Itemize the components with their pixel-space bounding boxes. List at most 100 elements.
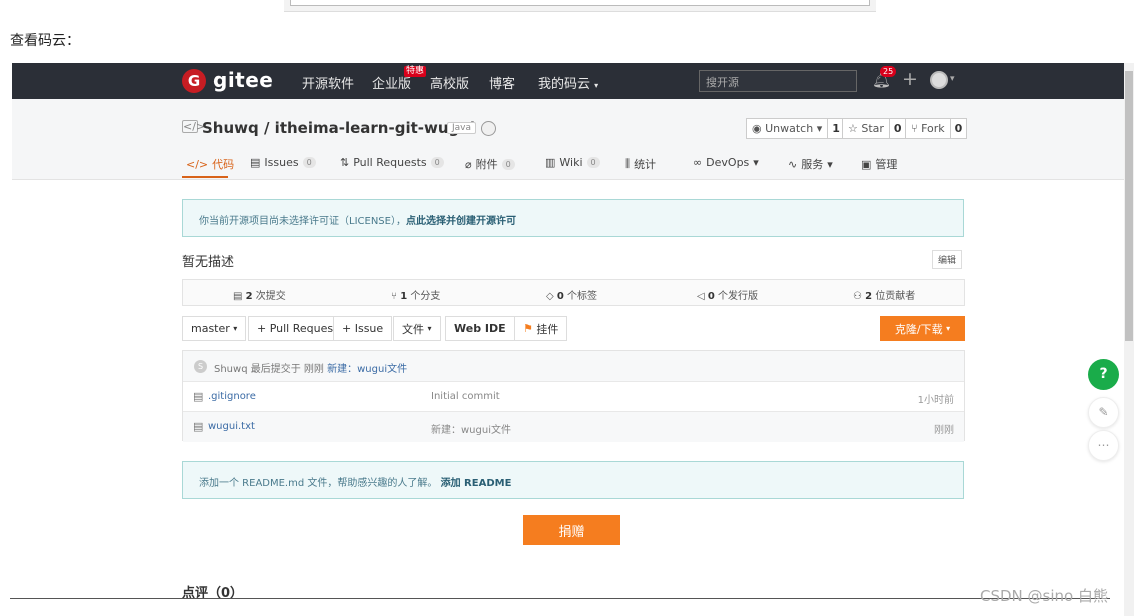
stat-releases-label: 个发行版 bbox=[718, 291, 759, 302]
clone-download-label: 克隆/下载 bbox=[894, 322, 943, 336]
fork-icon: ⑂ bbox=[911, 122, 922, 135]
repo-header: </> Shuwq / itheima-learn-git-wugui Java… bbox=[12, 99, 1134, 180]
chevron-down-icon[interactable]: ▾ bbox=[950, 74, 955, 84]
table-row[interactable]: ▤ .gitignore Initial commit 1小时前 bbox=[183, 382, 964, 412]
code-repo-icon: </> bbox=[182, 120, 206, 133]
nav-blog[interactable]: 博客 bbox=[489, 73, 515, 92]
file-commit-message[interactable]: Initial commit bbox=[431, 391, 500, 402]
avatar[interactable]: S bbox=[194, 360, 207, 373]
pull-request-icon: ⇅ bbox=[340, 156, 350, 169]
tab-statistics[interactable]: ⫼ 统计 bbox=[625, 156, 656, 172]
tab-services[interactable]: ∿ 服务 ▾ bbox=[788, 156, 833, 172]
create-license-link[interactable]: 点此选择并创建开源许可 bbox=[406, 216, 516, 227]
tab-attachments-count: 0 bbox=[501, 158, 515, 170]
chevron-down-icon: ▾ bbox=[594, 81, 599, 90]
stat-contributors-label: 位贡献者 bbox=[875, 291, 916, 302]
widget-button[interactable]: ⚑ 挂件 bbox=[514, 316, 568, 341]
gitee-screenshot: G gitee 开源软件 企业版 特惠 高校版 博客 我的码云 ▾ 搜开源 🔔︎… bbox=[12, 63, 1134, 616]
branch-select[interactable]: master ▾ bbox=[182, 316, 247, 341]
repo-stats-bar: ▤ 2 次提交 ⑂ 1 个分支 ◇ 0 个标签 ◁ 0 个发行版 ⚇ 2 位贡献… bbox=[182, 279, 965, 306]
active-tab-indicator bbox=[182, 176, 228, 178]
watermark-text: CSDN @sino 白熊 bbox=[980, 587, 1108, 605]
settings-doc-icon: ▣ bbox=[861, 157, 872, 171]
stat-contributors-count: 2 bbox=[865, 291, 873, 302]
file-commit-message[interactable]: 新建：wugui文件 bbox=[431, 421, 511, 436]
commit-author[interactable]: Shuwq bbox=[214, 364, 248, 375]
issues-icon: ▤ bbox=[250, 156, 261, 169]
chevron-down-icon: ▾ bbox=[946, 324, 951, 333]
edit-feedback-icon[interactable]: ✎ bbox=[1088, 397, 1119, 428]
stat-tags-label: 个标签 bbox=[567, 291, 598, 302]
clone-download-button[interactable]: 克隆/下载 ▾ bbox=[880, 316, 965, 341]
tab-pull-requests-count: 0 bbox=[430, 157, 444, 168]
plus-icon[interactable]: + bbox=[902, 68, 918, 90]
stat-releases[interactable]: ◁ 0 个发行版 bbox=[697, 287, 758, 302]
add-readme-link[interactable]: 添加 README bbox=[441, 478, 512, 489]
donate-button[interactable]: 捐赠 bbox=[523, 515, 620, 545]
stat-commits[interactable]: ▤ 2 次提交 bbox=[233, 287, 286, 302]
license-notice: 你当前开源项目尚未选择许可证（LICENSE），点此选择并创建开源许可 bbox=[182, 199, 964, 237]
star-count[interactable]: 0 bbox=[890, 122, 906, 135]
fork-button[interactable]: ⑂ Fork 0 bbox=[905, 118, 968, 139]
star-button[interactable]: ☆ Star 0 bbox=[842, 118, 907, 139]
stat-branches-label: 个分支 bbox=[410, 291, 441, 302]
web-ide-button[interactable]: Web IDE bbox=[445, 316, 515, 341]
tab-manage[interactable]: ▣ 管理 bbox=[861, 156, 897, 172]
chat-icon[interactable]: ⋯ bbox=[1088, 430, 1119, 461]
stat-commits-count: 2 bbox=[245, 291, 253, 302]
tab-issues-count: 0 bbox=[302, 157, 316, 168]
gitee-logo-icon[interactable]: G bbox=[182, 69, 206, 93]
readme-notice: 添加一个 README.md 文件，帮助感兴趣的人了解。 添加 README bbox=[182, 461, 964, 499]
tab-pull-requests[interactable]: ⇅ Pull Requests 0 bbox=[340, 156, 444, 169]
license-notice-text: 你当前开源项目尚未选择许可证（LICENSE）， bbox=[199, 216, 406, 227]
recommend-badge-icon bbox=[481, 121, 496, 136]
nav-open-source[interactable]: 开源软件 bbox=[302, 73, 354, 92]
fork-count[interactable]: 0 bbox=[951, 122, 967, 135]
unwatch-button[interactable]: ◉ Unwatch ▾ 1 bbox=[746, 118, 845, 139]
tab-code[interactable]: </> 代码 bbox=[186, 156, 234, 172]
avatar[interactable] bbox=[930, 71, 948, 89]
repo-title[interactable]: Shuwq / itheima-learn-git-wugui bbox=[202, 119, 475, 137]
commit-time-text: 最后提交于 刚刚 bbox=[250, 364, 324, 375]
stat-branches[interactable]: ⑂ 1 个分支 bbox=[391, 287, 440, 302]
language-tag[interactable]: Java bbox=[447, 122, 477, 134]
infinity-icon: ∞ bbox=[693, 156, 703, 169]
widget-label: 挂件 bbox=[536, 322, 559, 336]
commit-message-link[interactable]: 新建：wugui文件 bbox=[327, 364, 407, 375]
tab-manage-label: 管理 bbox=[875, 158, 898, 171]
gitee-logo-text[interactable]: gitee bbox=[213, 68, 273, 92]
stat-tags[interactable]: ◇ 0 个标签 bbox=[546, 287, 597, 302]
search-input[interactable]: 搜开源 bbox=[699, 70, 857, 92]
paperclip-icon: ⌀ bbox=[465, 157, 472, 171]
scrollbar[interactable] bbox=[1124, 63, 1134, 616]
new-pull-request-button[interactable]: + Pull Request bbox=[248, 316, 347, 341]
file-name[interactable]: wugui.txt bbox=[208, 421, 255, 432]
tab-attachments[interactable]: ⌀ 附件 0 bbox=[465, 156, 515, 172]
unwatch-label: Unwatch bbox=[765, 122, 814, 135]
new-issue-button[interactable]: + Issue bbox=[333, 316, 393, 341]
tab-devops[interactable]: ∞ DevOps ▾ bbox=[693, 156, 759, 169]
star-label: Star bbox=[861, 122, 884, 135]
commit-icon: ▤ bbox=[233, 291, 246, 302]
table-row[interactable]: ▤ wugui.txt 新建：wugui文件 刚刚 bbox=[183, 412, 964, 442]
tab-statistics-label: 统计 bbox=[634, 158, 657, 171]
tab-wiki[interactable]: ▥ Wiki 0 bbox=[545, 156, 600, 169]
tab-devops-label: DevOps bbox=[706, 156, 750, 169]
scroll-thumb[interactable] bbox=[1125, 71, 1133, 341]
nav-education[interactable]: 高校版 bbox=[430, 73, 469, 92]
code-icon: </> bbox=[186, 157, 209, 171]
tab-issues[interactable]: ▤ Issues 0 bbox=[250, 156, 316, 169]
nav-my-gitee[interactable]: 我的码云 ▾ bbox=[538, 73, 598, 92]
stat-contributors[interactable]: ⚇ 2 位贡献者 bbox=[853, 287, 915, 302]
edit-description-button[interactable]: 编辑 bbox=[932, 250, 963, 269]
help-icon[interactable]: ? bbox=[1088, 359, 1119, 390]
chevron-down-icon: ▾ bbox=[753, 156, 759, 169]
file-menu-label: 文件 bbox=[402, 322, 424, 336]
file-name[interactable]: .gitignore bbox=[208, 391, 256, 402]
file-menu-button[interactable]: 文件 ▾ bbox=[393, 316, 441, 341]
tab-pull-requests-label: Pull Requests bbox=[353, 156, 427, 169]
stat-tags-count: 0 bbox=[556, 291, 564, 302]
branch-icon: ⑂ bbox=[391, 291, 401, 302]
stat-releases-count: 0 bbox=[707, 291, 715, 302]
file-icon: ▤ bbox=[193, 390, 204, 403]
